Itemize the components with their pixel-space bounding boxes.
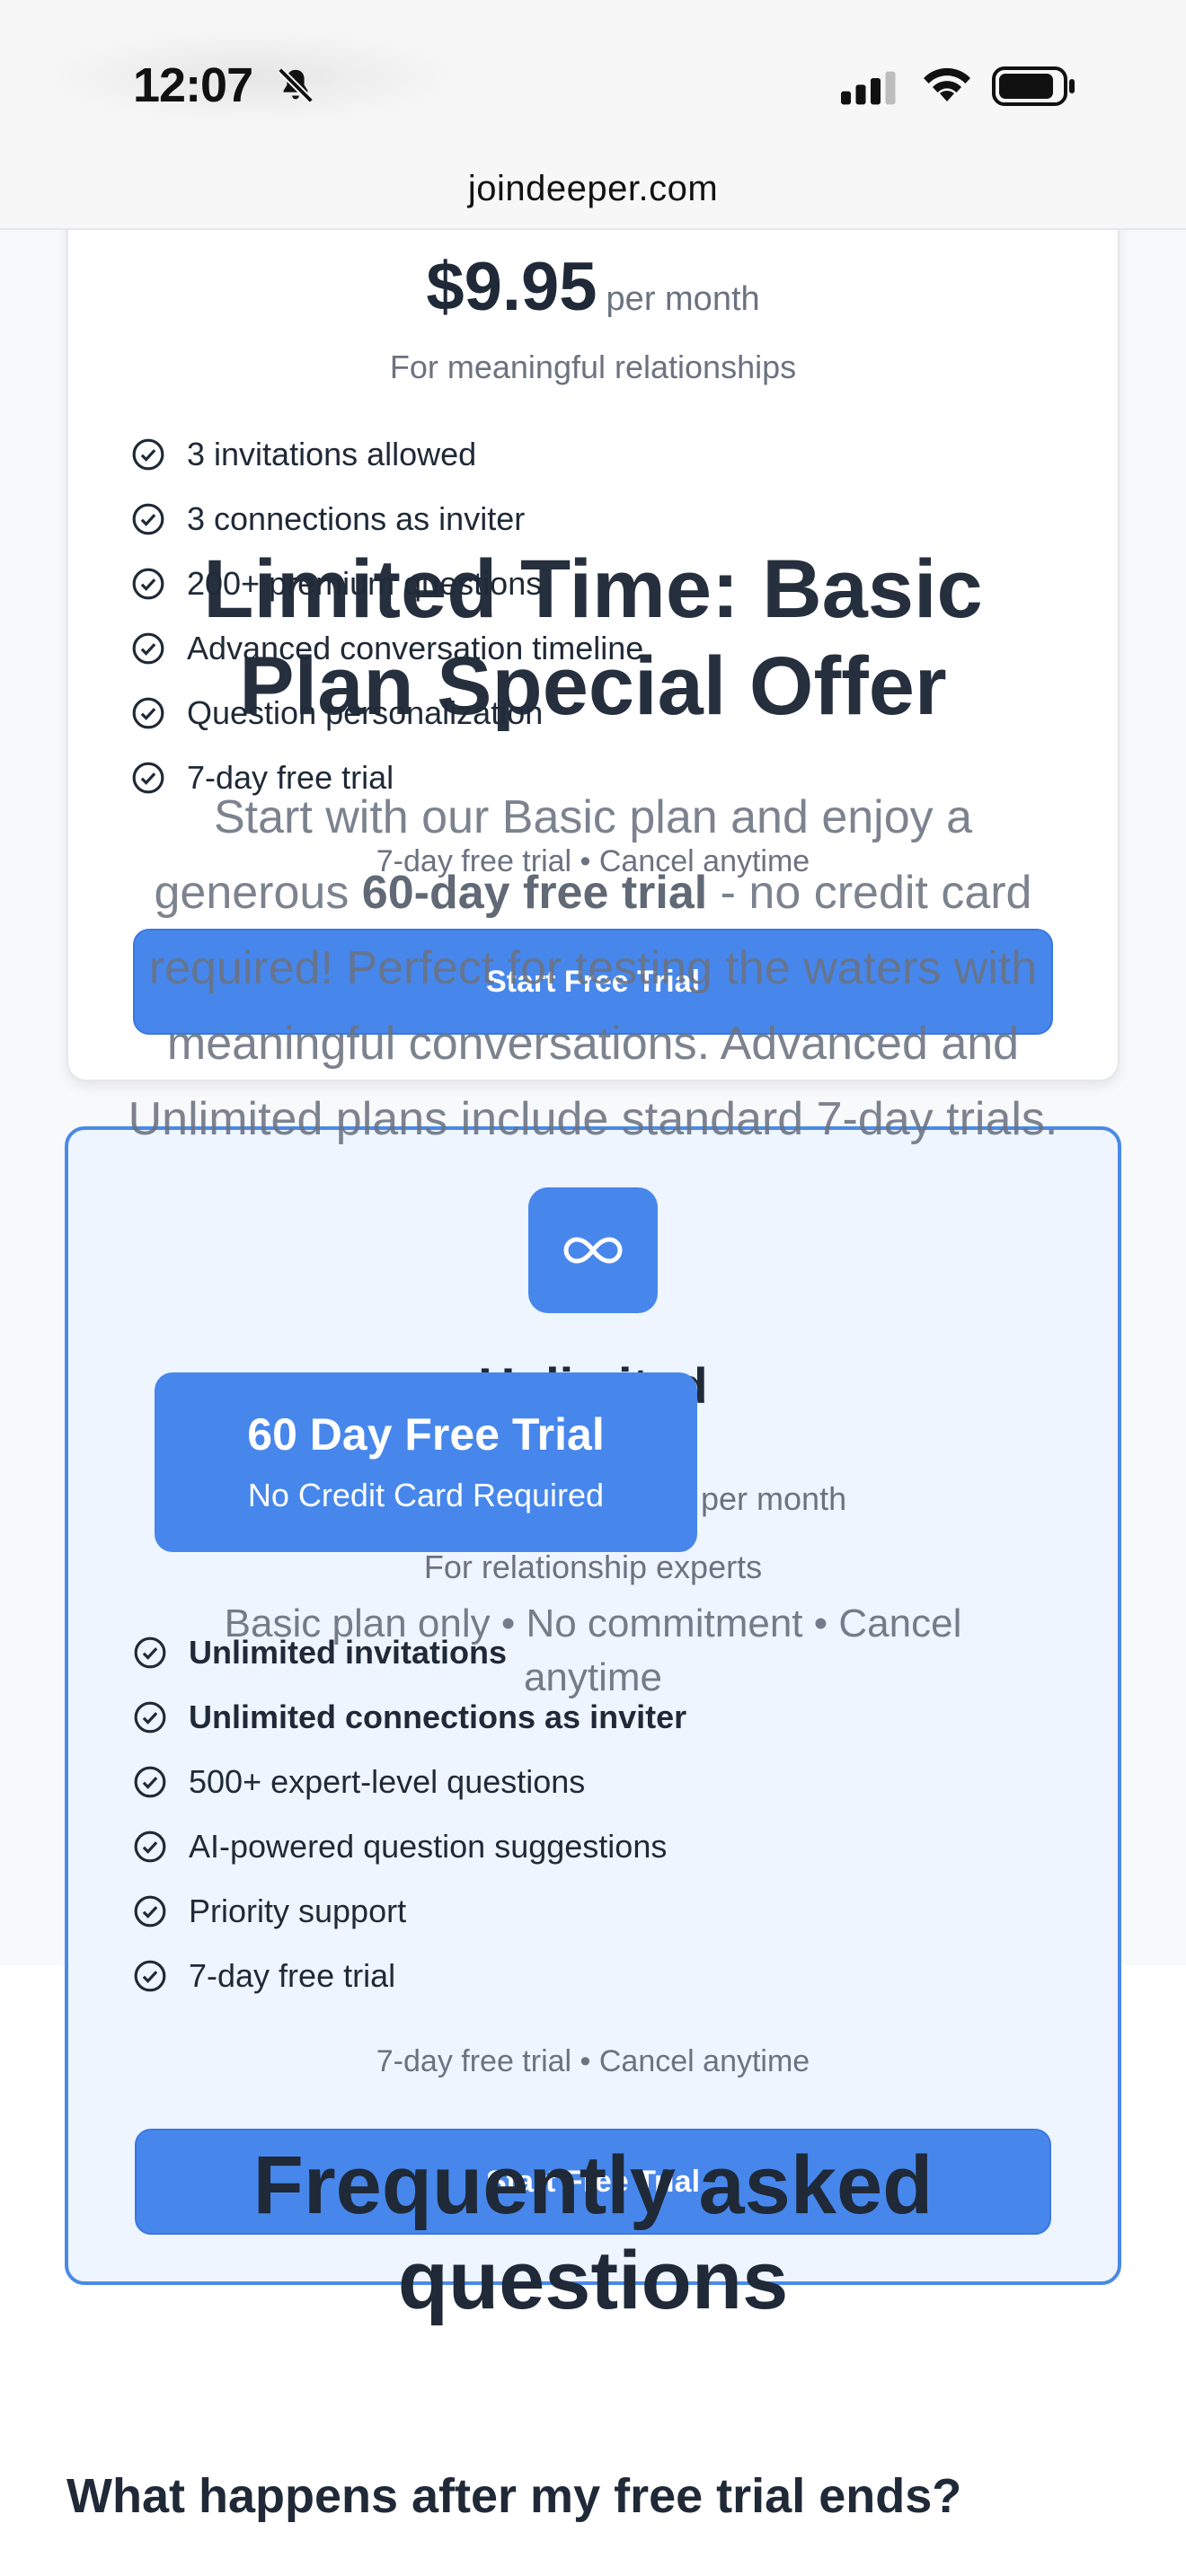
check-circle-icon — [134, 1701, 166, 1734]
faq-heading-line2: questions — [397, 2235, 789, 2326]
basic-price-row: $9.95 per month — [0, 248, 1186, 326]
battery-icon — [992, 66, 1075, 106]
wifi-icon — [924, 67, 970, 101]
feature-label: 3 invitations allowed — [187, 436, 477, 472]
check-circle-icon — [134, 1960, 166, 1992]
infinity-icon — [563, 1237, 623, 1264]
unlimited-trial-note: 7-day free trial • Cancel anytime — [376, 2044, 810, 2078]
sixty-day-trial-badge[interactable]: 60 Day Free Trial No Credit Card Require… — [155, 1372, 697, 1552]
feature-item: 3 invitations allowed — [131, 422, 643, 487]
faq-heading: Frequently asked questions — [0, 2138, 1186, 2328]
basic-price-period: per month — [606, 280, 760, 318]
bell-slash-icon — [278, 67, 314, 103]
check-circle-icon — [134, 1636, 166, 1669]
offer-title-line1: Limited Time: Basic — [203, 543, 983, 635]
unlimited-plan-badge — [528, 1187, 658, 1313]
feature-label: 7-day free trial — [189, 1957, 396, 1994]
faq-heading-line1: Frequently asked — [252, 2139, 934, 2231]
status-bar: 12:07 joindeeper.com — [0, 0, 1186, 230]
check-circle-icon — [134, 1831, 166, 1863]
basic-price: $9.95 — [426, 249, 597, 325]
feature-item: AI-powered question suggestions — [133, 1814, 686, 1879]
feature-item: 500+ expert-level questions — [133, 1750, 686, 1814]
check-circle-icon — [134, 1895, 166, 1928]
cellular-signal-icon — [841, 71, 896, 105]
feature-label: 3 connections as inviter — [187, 500, 526, 537]
check-circle-icon — [132, 438, 164, 471]
feature-item: Priority support — [133, 1879, 686, 1944]
faq-question[interactable]: What happens after my free trial ends? — [66, 2468, 961, 2524]
trial-badge-title: 60 Day Free Trial — [247, 1409, 605, 1460]
status-time: 12:07 — [133, 58, 253, 112]
unlimited-price-period: per month — [701, 1480, 847, 1517]
feature-label: AI-powered question suggestions — [189, 1828, 668, 1865]
offer-title: Limited Time: Basic Plan Special Offer — [0, 541, 1186, 735]
feature-item: 7-day free trial — [133, 1944, 686, 2008]
unlimited-plan-subtitle: For relationship experts — [423, 1548, 763, 1585]
check-circle-icon — [132, 503, 164, 535]
offer-title-line2: Plan Special Offer — [239, 640, 947, 732]
offer-footnote: Basic plan only • No commitment • Cancel… — [224, 1601, 962, 1699]
offer-desc-highlight: 60-day free trial — [361, 867, 708, 919]
trial-badge-subtitle: No Credit Card Required — [247, 1477, 605, 1513]
offer-description: Start with our Basic plan and enjoy a ge… — [126, 780, 1060, 1157]
basic-plan-subtitle: For meaningful relationships — [389, 348, 797, 385]
address-bar-url[interactable]: joindeeper.com — [0, 169, 1186, 209]
check-circle-icon — [134, 1766, 166, 1798]
feature-label: Priority support — [189, 1892, 407, 1929]
feature-label: 500+ expert-level questions — [189, 1763, 586, 1800]
